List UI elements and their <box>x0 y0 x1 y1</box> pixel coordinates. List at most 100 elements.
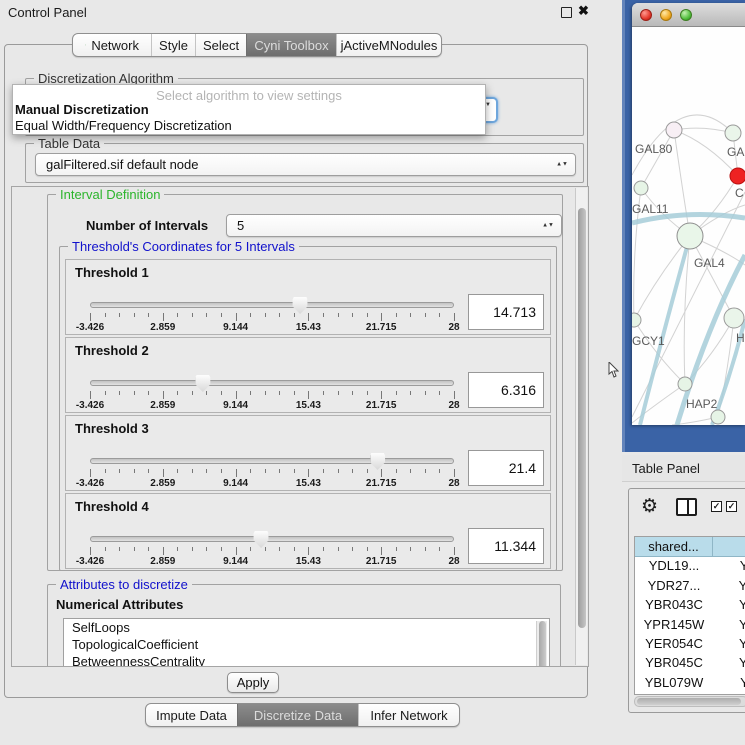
table-row[interactable]: YER054CYER0 <box>635 634 745 653</box>
slider-track[interactable] <box>90 380 454 386</box>
threshold-slider[interactable]: -3.4262.8599.14415.4321.71528 <box>90 458 454 490</box>
checkbox-icon[interactable]: ✓ <box>711 501 722 512</box>
columns-icon[interactable] <box>676 498 697 516</box>
table-cell: YBR0 <box>713 653 745 672</box>
threshold-value-field[interactable]: 14.713 <box>468 294 544 330</box>
network-node-gal11[interactable] <box>634 181 648 195</box>
close-icon[interactable]: ✖ <box>578 3 589 19</box>
table-row[interactable]: YBL079WYBL0 <box>635 673 745 692</box>
tab-impute-data[interactable]: Impute Data <box>146 704 237 726</box>
tab-cyni-toolbox[interactable]: Cyni Toolbox <box>246 34 336 56</box>
table-hscrollbar[interactable] <box>634 696 745 707</box>
threshold-value-field[interactable]: 21.4 <box>468 450 544 486</box>
table-header-cell[interactable]: n <box>713 537 745 557</box>
minimize-traffic-light-icon[interactable] <box>660 9 672 21</box>
popup-item-equal-width[interactable]: Equal Width/Frequency Discretization <box>15 118 232 133</box>
checkbox-icon[interactable]: ✓ <box>726 501 737 512</box>
interval-definition-title: Interval Definition <box>56 187 164 202</box>
network-window-titlebar[interactable] <box>632 3 745 27</box>
tab-label: Discretize Data <box>254 708 342 723</box>
node-table[interactable]: shared...nYDL19...YDL1YDR27...YDR2YBR043… <box>634 536 745 695</box>
table-hscrollbar-thumb[interactable] <box>637 698 741 705</box>
table-cell: YDR27... <box>635 576 713 595</box>
attributes-scrollbar-thumb[interactable] <box>539 621 546 667</box>
table-cell: YPR1 <box>713 615 745 634</box>
close-traffic-light-icon[interactable] <box>640 9 652 21</box>
tab-style[interactable]: Style <box>151 34 195 56</box>
attribute-item[interactable]: SelfLoops <box>64 619 549 636</box>
threshold-value-field[interactable]: 6.316 <box>468 372 544 408</box>
slider-tick-labels: -3.4262.8599.14415.4321.71528 <box>90 478 454 490</box>
attribute-item[interactable]: TopologicalCoefficient <box>64 636 549 653</box>
table-panel-titlebar: Table Panel <box>622 455 745 482</box>
tab-network[interactable]: Network <box>73 34 151 56</box>
tab-infer-network[interactable]: Infer Network <box>358 704 459 726</box>
table-panel-body: ⚙ ✓ ✓ shared...nYDL19...YDL1YDR27...YDR2… <box>628 488 745 713</box>
popup-item-manual[interactable]: Manual Discretization <box>15 102 149 117</box>
attribute-item[interactable]: BetweennessCentrality <box>64 653 549 667</box>
number-of-intervals-combo[interactable]: 5 ▲▼ <box>226 214 562 237</box>
slider-thumb[interactable] <box>293 297 308 314</box>
settings-scrollbar-thumb[interactable] <box>578 208 586 628</box>
tab-select[interactable]: Select <box>195 34 246 56</box>
network-node-ga[interactable] <box>725 125 741 141</box>
threshold-value-field[interactable]: 11.344 <box>468 528 544 564</box>
table-row[interactable]: YPR145WYPR1 <box>635 615 745 634</box>
threshold-slider[interactable]: -3.4262.8599.14415.4321.71528 <box>90 302 454 334</box>
slider-tick-labels: -3.4262.8599.14415.4321.71528 <box>90 556 454 568</box>
tab-jactivemnodules[interactable]: jActiveMNodules <box>336 34 441 56</box>
network-node-gal4[interactable] <box>677 223 703 249</box>
slider-track[interactable] <box>90 302 454 308</box>
network-graph: GAL80GACGAL11GAL4GCY1HHAP2 <box>632 27 745 425</box>
network-node-label: HAP2 <box>686 397 718 411</box>
table-row[interactable]: YDL19...YDL1 <box>635 556 745 575</box>
tab-discretize-data[interactable]: Discretize Data <box>237 704 358 726</box>
network-window: GAL80GACGAL11GAL4GCY1HHAP2 <box>632 3 745 425</box>
network-view-frame: GAL80GACGAL11GAL4GCY1HHAP2 <box>622 0 745 452</box>
network-node-label: C <box>735 186 744 200</box>
table-row[interactable]: YBR045CYBR0 <box>635 653 745 672</box>
table-data-combo[interactable]: galFiltered.sif default node ▲▼ <box>35 153 576 176</box>
network-node-h[interactable] <box>724 308 744 328</box>
attributes-scrollbar[interactable] <box>536 621 547 667</box>
network-node-gcy1[interactable] <box>632 313 641 327</box>
network-node-label: GAL4 <box>694 256 725 270</box>
slider-thumb[interactable] <box>254 531 269 548</box>
float-window-icon[interactable] <box>561 7 572 18</box>
slider-track[interactable] <box>90 458 454 464</box>
threshold-label: Threshold 4 <box>75 499 149 514</box>
threshold-slider[interactable]: -3.4262.8599.14415.4321.71528 <box>90 536 454 568</box>
tab-label: Impute Data <box>156 708 227 723</box>
table-data-combo-value: galFiltered.sif default node <box>46 157 198 172</box>
popup-header: Select algorithm to view settings <box>13 88 485 103</box>
slider-track[interactable] <box>90 536 454 542</box>
apply-button[interactable]: Apply <box>227 672 279 693</box>
settings-scrollbar[interactable] <box>575 188 587 665</box>
gear-icon[interactable]: ⚙ <box>641 495 658 517</box>
slider-thumb[interactable] <box>370 453 385 470</box>
threshold-label: Threshold 3 <box>75 421 149 436</box>
threshold-box-2: Threshold 2-3.4262.8599.14415.4321.71528… <box>65 337 551 413</box>
threshold-slider[interactable]: -3.4262.8599.14415.4321.71528 <box>90 380 454 412</box>
table-row[interactable]: YBR043CYBR0 <box>635 595 745 614</box>
slider-ticks <box>90 547 454 556</box>
threshold-box-4: Threshold 4 -3.4262.8599.14415.4321.71528… <box>65 493 551 569</box>
table-row[interactable]: YLR345WYLR3 <box>635 692 745 695</box>
zoom-traffic-light-icon[interactable] <box>680 9 692 21</box>
network-node-gal80[interactable] <box>666 122 682 138</box>
app-root: Control Panel ✖ NetworkStyleSelectCyni T… <box>0 0 745 745</box>
settings-viewport: Interval Definition Number of Intervals … <box>11 186 589 667</box>
number-of-intervals-value: 5 <box>237 218 244 233</box>
table-row[interactable]: YDR27...YDR2 <box>635 576 745 595</box>
slider-thumb[interactable] <box>195 375 210 392</box>
tab-label: Cyni Toolbox <box>254 38 328 53</box>
numerical-attributes-list[interactable]: SelfLoopsTopologicalCoefficientBetweenne… <box>63 618 550 667</box>
network-node-c[interactable] <box>730 168 745 184</box>
table-header-cell[interactable]: shared... <box>635 537 713 557</box>
top-tabbar: NetworkStyleSelect Cyni Toolbox jActiveMNo… <box>72 33 442 57</box>
slider-tick-labels: -3.4262.8599.14415.4321.71528 <box>90 400 454 412</box>
number-of-intervals-label: Number of Intervals <box>86 218 208 233</box>
network-canvas[interactable]: GAL80GACGAL11GAL4GCY1HHAP2 <box>632 27 745 425</box>
network-node[interactable] <box>711 410 725 424</box>
network-node-hap2[interactable] <box>678 377 692 391</box>
